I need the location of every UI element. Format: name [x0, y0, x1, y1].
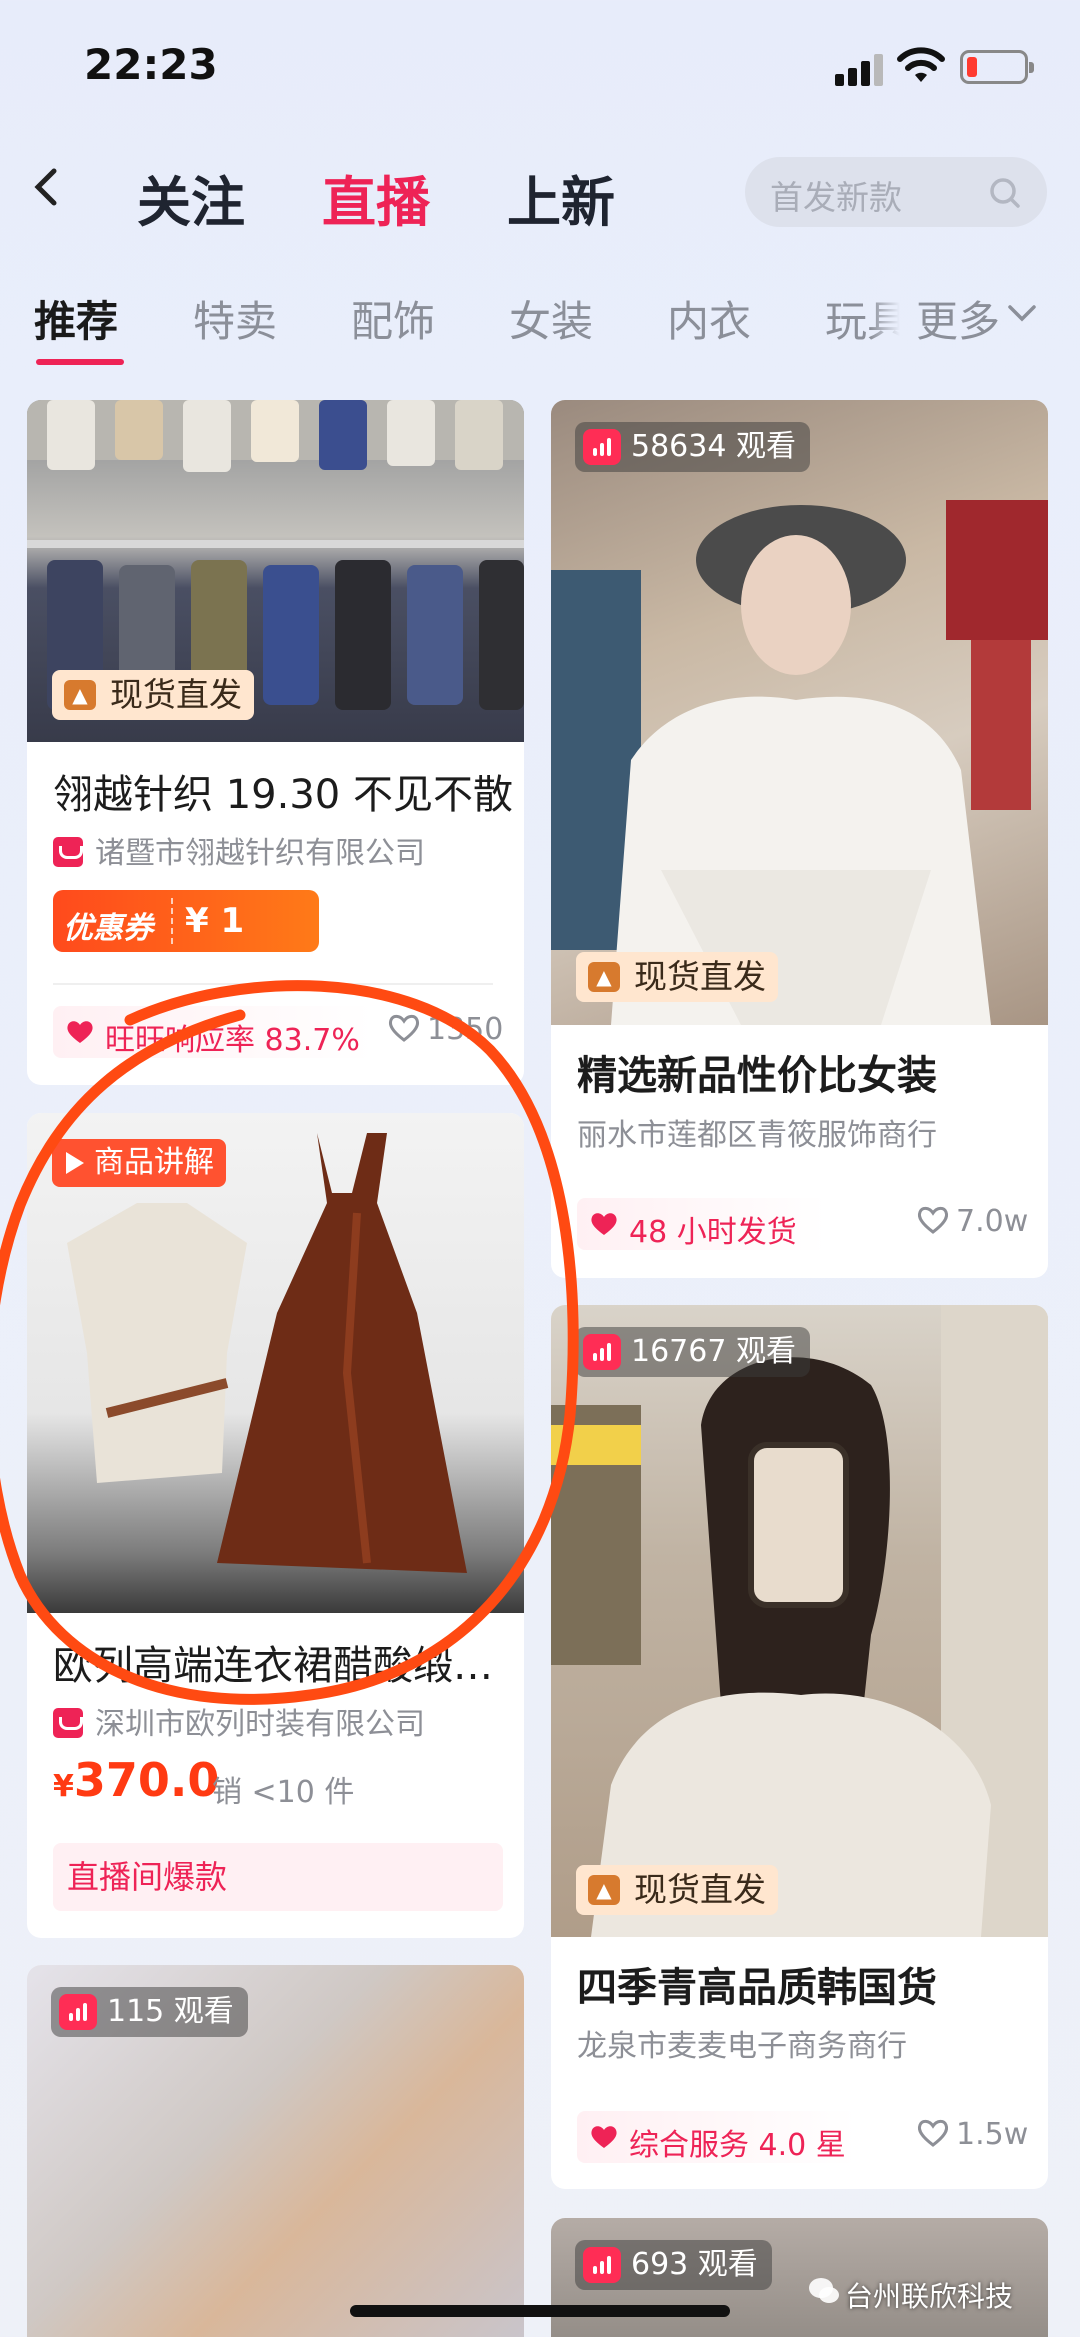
tab-follow[interactable]: 关注: [137, 158, 245, 237]
wechat-icon: [809, 2278, 839, 2303]
like-count[interactable]: 1.5w: [916, 2117, 1028, 2152]
shop-name: 龙泉市麦麦电子商务商行: [577, 2029, 907, 2064]
search-placeholder: 首发新款: [770, 178, 902, 217]
heart-badge-icon: [591, 1213, 617, 1235]
live-bars-icon: [583, 429, 621, 465]
category-accessories[interactable]: 配饰: [351, 288, 435, 349]
viewer-count-badge: 58634 观看: [575, 422, 810, 472]
play-icon: [66, 1152, 84, 1174]
in-stock-tag: ▲ 现货直发: [576, 952, 778, 1002]
live-card-womenswear[interactable]: 58634 观看 ▲ 现货直发 精选新品性价比女装 丽水市莲都区青筱服饰商行 4…: [551, 400, 1048, 1278]
shop-name-text: 深圳市欧列时装有限公司: [95, 1707, 425, 1742]
product-title: 欧列高端连衣裙醋酸缎…: [53, 1643, 493, 1689]
category-sale[interactable]: 特卖: [193, 288, 277, 349]
tab-live[interactable]: 直播: [322, 158, 430, 237]
heart-badge-icon: [591, 2126, 617, 2148]
live-image-woman-hat: [551, 400, 1048, 1025]
like-count[interactable]: 7.0w: [916, 1204, 1028, 1239]
product-title: 翎越针织 19.30 不见不散: [53, 772, 513, 818]
price-value: 370.0: [73, 1753, 220, 1807]
shipping-text: 48 小时发货: [629, 1215, 797, 1250]
heart-icon: [388, 1014, 420, 1042]
shop-icon: [53, 1708, 83, 1738]
viewer-count-badge: 115 观看: [51, 1987, 248, 2037]
wifi-icon: [897, 47, 945, 82]
coupon-divider: [171, 898, 173, 944]
status-bar: 22:23: [0, 0, 1080, 130]
heart-icon: [917, 1206, 949, 1234]
box-icon: ▲: [588, 1875, 620, 1905]
viewer-count-badge: 693 观看: [575, 2240, 772, 2290]
in-stock-tag: ▲ 现货直发: [52, 670, 254, 720]
search-input[interactable]: 首发新款: [745, 157, 1047, 227]
tab-new[interactable]: 上新: [507, 158, 615, 237]
live-bars-icon: [583, 1334, 621, 1370]
live-title: 精选新品性价比女装: [577, 1053, 937, 1099]
category-more-button[interactable]: 更多: [916, 288, 1000, 349]
status-time: 22:23: [84, 40, 218, 89]
live-bars-icon: [59, 1994, 97, 2030]
price: ¥370.0: [53, 1753, 219, 1807]
hot-item-label: 直播间爆款: [53, 1843, 503, 1911]
viewer-count-text: 115 观看: [107, 1994, 234, 2029]
live-title: 四季青高品质韩国货: [577, 1965, 937, 2011]
product-explain-tag: 商品讲解: [52, 1139, 226, 1187]
shop-name: 诸暨市翎越针织有限公司: [53, 828, 425, 872]
category-fade: [870, 272, 900, 352]
in-stock-tag: ▲ 现货直发: [576, 1865, 778, 1915]
live-bars-icon: [583, 2247, 621, 2283]
viewer-count-badge: 16767 观看: [575, 1327, 810, 1377]
box-icon: ▲: [588, 962, 620, 992]
response-rate-text: 旺旺响应率 83.7%: [105, 1023, 360, 1058]
like-count-text: 1350: [427, 1012, 504, 1047]
in-stock-label: 现货直发: [634, 1870, 766, 1909]
product-card-knitwear[interactable]: ▲ 现货直发 翎越针织 19.30 不见不散 诸暨市翎越针织有限公司 优惠券 ¥…: [27, 400, 524, 1085]
live-card-korean[interactable]: 16767 观看 ▲ 现货直发 四季青高品质韩国货 龙泉市麦麦电子商务商行 综合…: [551, 1305, 1048, 2189]
shop-icon: [53, 837, 83, 867]
category-underwear[interactable]: 内衣: [667, 288, 751, 349]
live-card-partial-left[interactable]: 115 观看: [27, 1965, 524, 2337]
shop-name: 丽水市莲都区青筱服饰商行: [577, 1118, 937, 1153]
like-count-text: 7.0w: [956, 1204, 1029, 1239]
coupon-label: 优惠券: [63, 911, 153, 946]
explain-label: 商品讲解: [94, 1145, 214, 1180]
shop-name-text: 诸暨市翎越针织有限公司: [95, 836, 425, 871]
response-rate-badge: 旺旺响应率 83.7%: [53, 1006, 373, 1058]
viewer-count-text: 58634 观看: [631, 429, 796, 464]
like-count[interactable]: 1350: [387, 1012, 503, 1047]
category-active-indicator: [36, 359, 124, 365]
category-recommend[interactable]: 推荐: [34, 288, 118, 349]
box-icon: ▲: [64, 680, 96, 710]
chevron-down-icon[interactable]: [1005, 300, 1039, 326]
viewer-count-text: 693 观看: [631, 2247, 758, 2282]
service-rating-text: 综合服务 4.0 星: [629, 2128, 846, 2163]
heart-icon: [917, 2119, 949, 2147]
coupon-value: ¥ 1: [185, 901, 245, 941]
back-arrow-icon[interactable]: [30, 165, 70, 215]
home-indicator[interactable]: [350, 2305, 730, 2317]
product-card-dress[interactable]: 商品讲解 欧列高端连衣裙醋酸缎… 深圳市欧列时装有限公司 ¥370.0 销 <1…: [27, 1113, 524, 1938]
cellular-signal-icon: [835, 52, 887, 86]
currency-symbol: ¥: [53, 1769, 74, 1804]
shop-name: 深圳市欧列时装有限公司: [53, 1699, 425, 1743]
service-rating-badge: 综合服务 4.0 星: [577, 2111, 857, 2163]
in-stock-label: 现货直发: [110, 675, 242, 714]
in-stock-label: 现货直发: [634, 957, 766, 996]
divider: [53, 983, 493, 985]
live-image-woman-phone: [551, 1305, 1048, 1937]
coupon-badge[interactable]: 优惠券 ¥ 1: [53, 890, 319, 952]
product-image-dress: [27, 1113, 524, 1613]
search-icon: [990, 178, 1020, 208]
viewer-count-text: 16767 观看: [631, 1334, 796, 1369]
battery-icon: [960, 50, 1034, 84]
shipping-badge: 48 小时发货: [577, 1198, 827, 1250]
category-womenswear[interactable]: 女装: [509, 288, 593, 349]
like-count-text: 1.5w: [956, 2117, 1029, 2152]
heart-badge-icon: [67, 1021, 93, 1043]
watermark-text: 台州联欣科技: [845, 2280, 1014, 2313]
sales-count: 销 <10 件: [212, 1775, 355, 1810]
